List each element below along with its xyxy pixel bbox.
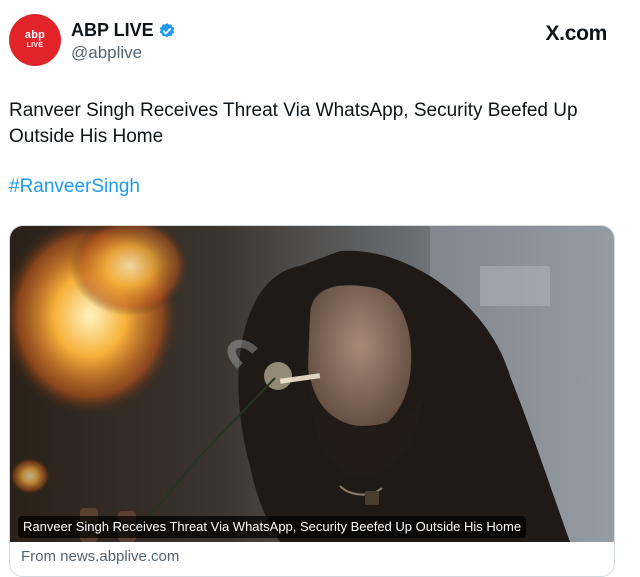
card-caption: Ranveer Singh Receives Threat Via WhatsA… bbox=[18, 516, 527, 538]
link-card[interactable]: Ranveer Singh Receives Threat Via WhatsA… bbox=[9, 225, 615, 577]
card-source[interactable]: From news.abplive.com bbox=[21, 548, 179, 565]
author-name-row: ABP LIVE bbox=[71, 20, 176, 41]
avatar-logo-subtext: LIVE bbox=[26, 42, 44, 49]
avatar[interactable]: abp LIVE bbox=[9, 14, 61, 66]
tweet-text: Ranveer Singh Receives Threat Via WhatsA… bbox=[9, 100, 578, 147]
verified-badge-icon bbox=[158, 22, 176, 40]
hashtag-link[interactable]: #RanveerSingh bbox=[9, 176, 140, 198]
x-logo[interactable]: X.com bbox=[545, 22, 607, 46]
display-name[interactable]: ABP LIVE bbox=[71, 20, 154, 41]
avatar-logo-text: abp bbox=[24, 29, 46, 41]
author-handle[interactable]: @abplive bbox=[71, 43, 142, 63]
card-image bbox=[10, 226, 614, 542]
